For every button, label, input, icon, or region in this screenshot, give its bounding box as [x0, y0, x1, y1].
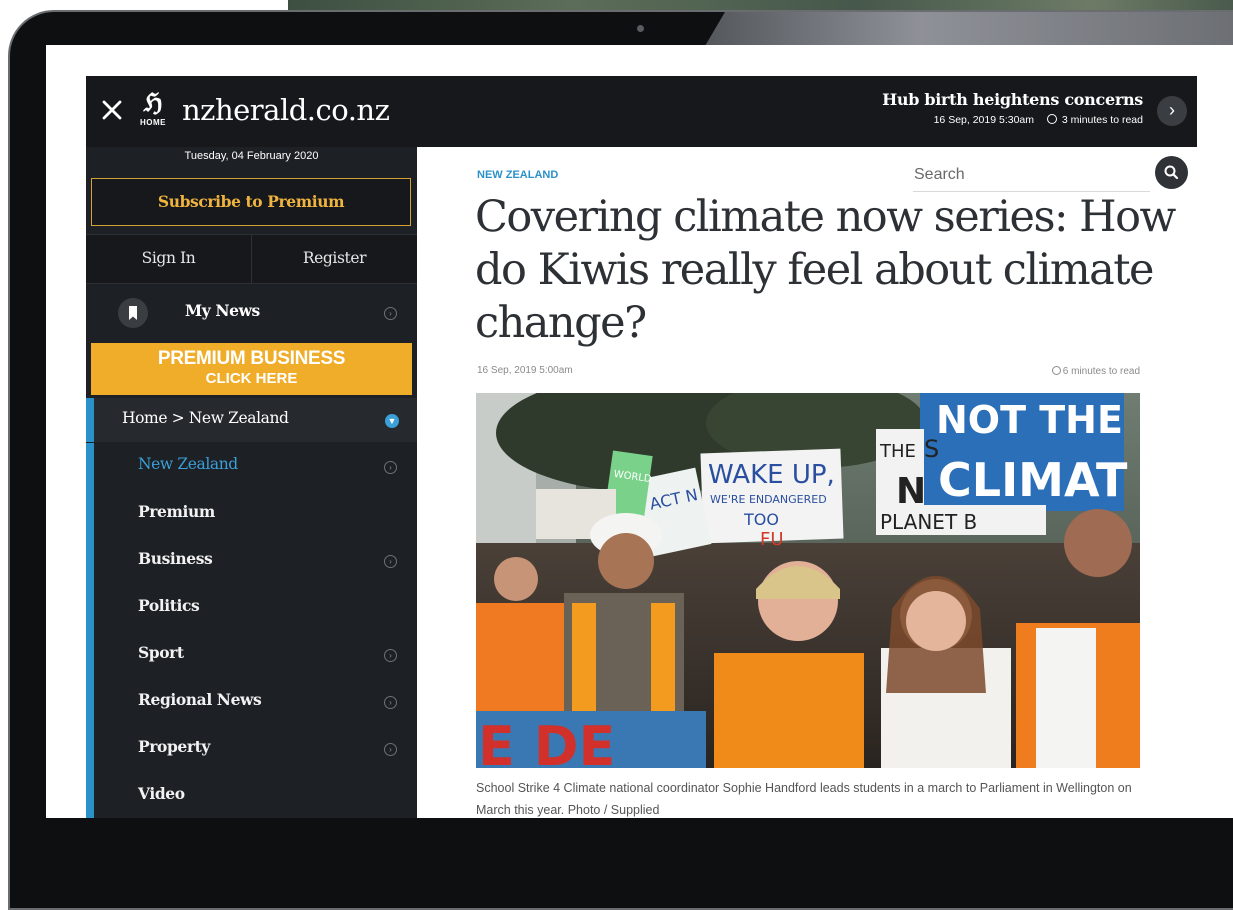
sidebar-item-label: Politics — [138, 596, 200, 615]
laptop-bezel-highlight — [705, 12, 1233, 46]
register-button[interactable]: Register — [252, 235, 417, 283]
subscribe-button[interactable]: Subscribe to Premium — [91, 178, 411, 226]
sign-text: CLIMAT — [938, 453, 1128, 507]
sidebar-item-property[interactable]: Property › — [94, 725, 417, 772]
sidebar-item-label: Property — [138, 737, 210, 756]
sidebar-item-label: New Zealand — [138, 455, 238, 473]
section-label[interactable]: NEW ZEALAND — [477, 169, 558, 181]
breadcrumb-text: Home > New Zealand — [122, 409, 289, 427]
sign-text: WAKE UP, — [708, 460, 835, 490]
premium-banner-title: PREMIUM BUSINESS — [157, 348, 346, 369]
sign-text: S — [924, 435, 939, 463]
site-header: ℌ HOME nzherald.co.nz Hub birth heighten… — [86, 76, 1197, 147]
promo-story-meta: 16 Sep, 2019 5:30am 3 minutes to read — [934, 113, 1143, 126]
current-date: Tuesday, 04 February 2020 — [184, 150, 319, 162]
sidebar-item-premium[interactable]: Premium — [94, 490, 417, 537]
bookmark-icon — [118, 298, 148, 328]
promo-story-read-time: 3 minutes to read — [1061, 114, 1143, 126]
photo-caption: School Strike 4 Climate national coordin… — [476, 781, 1132, 817]
sign-text: THE — [879, 441, 916, 462]
site-name[interactable]: nzherald.co.nz — [182, 93, 390, 127]
clock-icon — [1046, 114, 1057, 124]
logo-home-link[interactable]: ℌ HOME — [136, 90, 170, 136]
chevron-right-icon: › — [384, 696, 397, 709]
close-icon[interactable] — [100, 98, 124, 122]
webcam — [637, 25, 644, 32]
premium-business-banner[interactable]: PREMIUM BUSINESS CLICK HERE — [91, 343, 412, 395]
chevron-right-icon: › — [384, 649, 397, 662]
sign-text: PLANET B — [880, 510, 977, 534]
sidebar-item-label: Business — [138, 549, 213, 568]
promo-story-title[interactable]: Hub birth heightens concerns — [882, 90, 1143, 109]
chevron-right-icon[interactable]: › — [1157, 96, 1187, 126]
search-button[interactable] — [1155, 156, 1188, 189]
sidebar-item-label: Sport — [138, 643, 184, 662]
sign-text: TOO — [743, 510, 779, 529]
chevron-right-icon: › — [384, 461, 397, 474]
article-main: NEW ZEALAND Covering climate now series:… — [417, 147, 1197, 818]
chevron-right-icon: › — [384, 307, 397, 320]
article-headline: Covering climate now series: How do Kiwi… — [475, 192, 1176, 348]
search-icon — [1164, 165, 1179, 180]
breadcrumb[interactable]: Home > New Zealand ▼ — [86, 398, 417, 442]
read-time-text: 6 minutes to read — [1062, 366, 1140, 377]
auth-row: Sign In Register — [86, 234, 417, 284]
section-nav-list: New Zealand › Premium Business › Politic… — [86, 443, 417, 818]
sign-text: WE'RE ENDANGERED — [710, 493, 827, 506]
sidebar-item-video[interactable]: Video — [94, 772, 417, 818]
promo-story-date: 16 Sep, 2019 5:30am — [933, 114, 1035, 126]
sidebar-item-politics[interactable]: Politics — [94, 584, 417, 631]
sidebar-item-sport[interactable]: Sport › — [94, 631, 417, 678]
sign-text: E DE — [478, 715, 615, 768]
article-date: 16 Sep, 2019 5:00am — [477, 365, 573, 376]
sign-text: FU — [760, 529, 784, 550]
sign-in-button[interactable]: Sign In — [86, 235, 252, 283]
sidebar-item-regional-news[interactable]: Regional News › — [94, 678, 417, 725]
sidebar-item-label: Premium — [138, 502, 215, 521]
premium-banner-cta: CLICK HERE — [205, 370, 298, 387]
chevron-down-icon: ▼ — [385, 414, 399, 428]
article-read-time: 6 minutes to read — [1051, 365, 1140, 377]
logo-home-label: HOME — [140, 118, 166, 127]
sidebar-menu: Tuesday, 04 February 2020 Subscribe to P… — [86, 147, 417, 818]
clock-icon — [1051, 366, 1061, 375]
sidebar-item-new-zealand[interactable]: New Zealand › — [94, 443, 417, 490]
my-news-label: My News — [185, 301, 260, 320]
sidebar-item-business[interactable]: Business › — [94, 537, 417, 584]
chevron-right-icon: › — [384, 555, 397, 568]
logo-glyph: ℌ — [143, 88, 163, 117]
sidebar-item-label: Regional News — [138, 690, 262, 709]
search-input[interactable] — [913, 159, 1150, 192]
protest-photo: NOT THE CLIMAT WAKE UP, WE'RE ENDANGERED… — [476, 393, 1140, 768]
chevron-right-icon: › — [384, 743, 397, 756]
sign-text: NOT THE — [936, 398, 1123, 442]
laptop-screen: ℌ HOME nzherald.co.nz Hub birth heighten… — [46, 45, 1233, 818]
sidebar-item-label: Video — [138, 784, 185, 803]
hero-photo[interactable]: NOT THE CLIMAT WAKE UP, WE'RE ENDANGERED… — [476, 393, 1140, 768]
my-news-item[interactable]: My News › — [86, 286, 417, 340]
